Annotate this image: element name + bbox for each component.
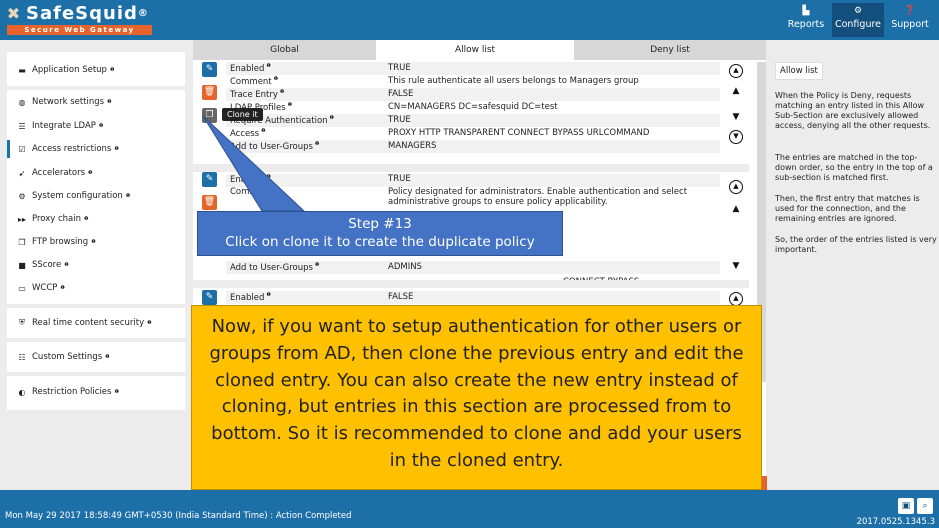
version-label: 2017.0525.1345.3: [856, 517, 935, 527]
step-text: Click on clone it to create the duplicat…: [225, 234, 535, 250]
note-callout: Now, if you want to setup authentication…: [191, 305, 762, 490]
save-icon[interactable]: ▣: [898, 498, 914, 514]
step-title: Step #13: [348, 216, 412, 232]
status-text: Mon May 29 2017 18:58:49 GMT+0530 (India…: [5, 511, 352, 521]
status-bar: Mon May 29 2017 18:58:49 GMT+0530 (India…: [0, 490, 939, 528]
step-callout: Step #13 Click on clone it to create the…: [197, 211, 563, 256]
search-icon[interactable]: ⌕: [917, 498, 933, 514]
